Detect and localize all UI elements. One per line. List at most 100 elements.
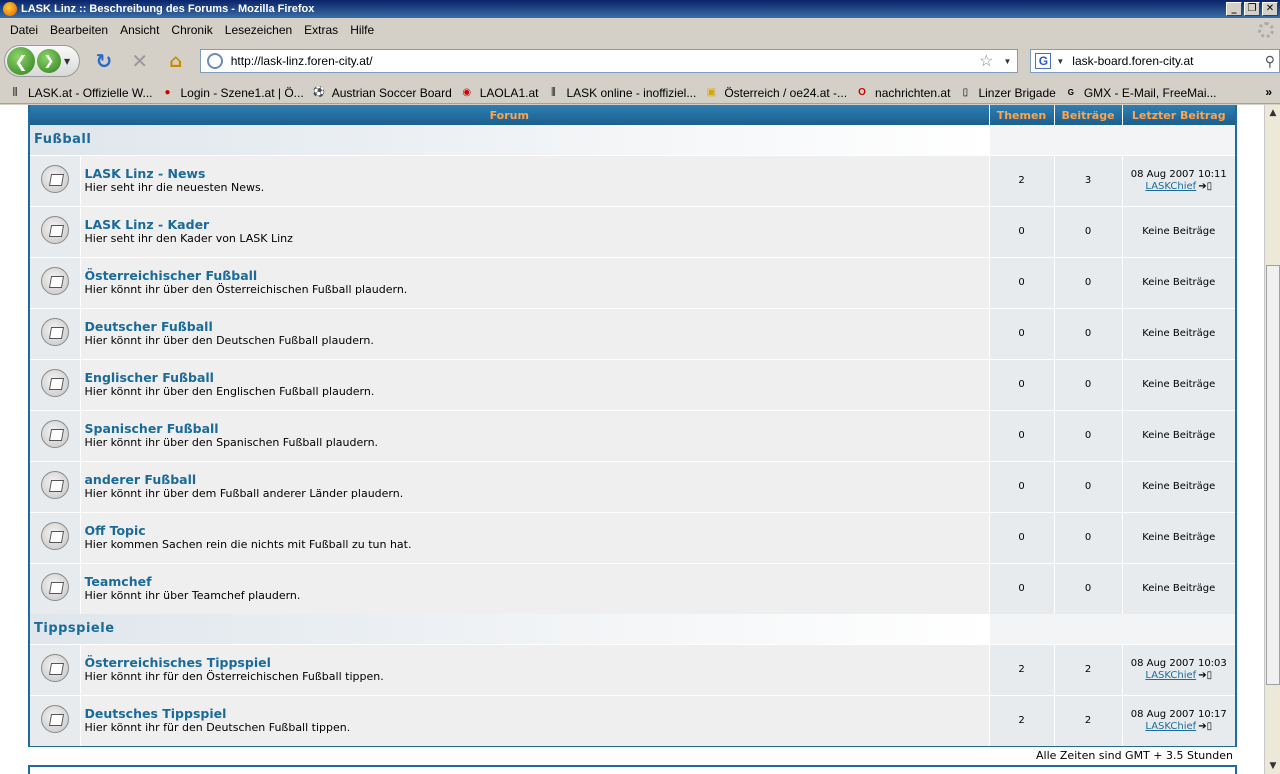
- forum-title-link[interactable]: Österreichisches Tippspiel: [85, 656, 989, 670]
- forum-book-icon: [40, 267, 69, 295]
- search-engine-dropdown-icon[interactable]: ▼: [1056, 57, 1064, 66]
- bookmark-item[interactable]: ⚽ Austrian Soccer Board: [312, 85, 452, 100]
- forum-title-link[interactable]: Englischer Fußball: [85, 371, 989, 385]
- folder-icon: ▣: [706, 86, 717, 98]
- forward-button[interactable]: ❯: [37, 49, 61, 73]
- topic-count: 2: [989, 154, 1055, 206]
- url-bar[interactable]: http://lask-linz.foren-city.at/ ☆ ▼: [199, 49, 1019, 73]
- site-identity-icon[interactable]: [206, 53, 223, 69]
- forum-title-link[interactable]: LASK Linz - Kader: [85, 218, 989, 232]
- search-icon[interactable]: ⚲: [1265, 53, 1275, 70]
- topic-count: 0: [989, 205, 1055, 257]
- forum-book-icon: [40, 216, 69, 244]
- search-bar[interactable]: G ▼ lask-board.foren-city.at ⚲: [1030, 49, 1280, 73]
- back-button[interactable]: ❮: [7, 47, 35, 75]
- forum-book-icon: [40, 420, 69, 448]
- bookmark-label: Linzer Brigade: [978, 85, 1056, 100]
- forum-title-link[interactable]: Off Topic: [85, 524, 989, 538]
- post-count: 0: [1054, 205, 1123, 257]
- goto-last-post-icon[interactable]: ➔▯: [1198, 670, 1212, 681]
- bookmark-item[interactable]: G GMX - E-Mail, FreeMai...: [1064, 86, 1217, 100]
- bookmark-item[interactable]: ⫼ LASK online - inoffiziel...: [546, 86, 696, 100]
- menu-datei[interactable]: Datei: [4, 23, 44, 37]
- forum-row: Off Topic Hier kommen Sachen rein die nic…: [30, 511, 1235, 563]
- google-engine-icon[interactable]: G: [1035, 53, 1052, 69]
- category-title[interactable]: Fußball: [30, 125, 990, 155]
- bookmark-label: Österreich / oe24.at -...: [724, 85, 848, 100]
- last-post-date: 08 Aug 2007 10:03: [1130, 657, 1227, 669]
- last-post-user-link[interactable]: LASKChief: [1145, 181, 1196, 192]
- post-count: 0: [1054, 256, 1123, 308]
- close-button[interactable]: ✕: [1262, 2, 1278, 16]
- bookmark-star-icon[interactable]: ☆: [979, 51, 993, 71]
- forum-book-icon: [40, 654, 69, 682]
- category-title[interactable]: Tippspiele: [30, 614, 990, 644]
- home-button[interactable]: ⌂: [164, 49, 188, 73]
- forum-title-link[interactable]: Teamchef: [85, 575, 989, 589]
- bookmark-item[interactable]: ● Login - Szene1.at | Ö...: [161, 86, 303, 100]
- goto-last-post-icon[interactable]: ➔▯: [1198, 721, 1212, 732]
- last-post-cell: Keine Beiträge: [1122, 460, 1235, 512]
- no-posts-text: Keine Beiträge: [1142, 327, 1216, 339]
- forum-title-link[interactable]: Spanischer Fußball: [85, 422, 989, 436]
- forum-title-link[interactable]: Österreichischer Fußball: [85, 269, 989, 283]
- last-post-cell: Keine Beiträge: [1122, 562, 1235, 614]
- bookmark-label: Austrian Soccer Board: [331, 85, 452, 100]
- forum-description: Hier könnt ihr für den Deutschen Fußball…: [84, 721, 351, 735]
- bookmark-label: LAOLA1.at: [479, 85, 539, 100]
- menu-ansicht[interactable]: Ansicht: [114, 23, 165, 37]
- forum-description: Hier könnt ihr über den Englischen Fußba…: [84, 385, 375, 398]
- bookmarks-overflow-icon[interactable]: »: [1265, 85, 1272, 99]
- bookmark-item[interactable]: ◉ LAOLA1.at: [460, 85, 539, 100]
- forum-title-link[interactable]: anderer Fußball: [85, 473, 989, 487]
- last-post-user-link[interactable]: LASKChief: [1145, 670, 1196, 681]
- bookmark-label: LASK online - inoffiziel...: [566, 85, 697, 100]
- szene1-icon: ●: [164, 86, 171, 98]
- forum-index-table: Forum Themen Beiträge Letzter Beitrag Fu…: [28, 105, 1237, 747]
- forum-description: Hier könnt ihr über Teamchef plaudern.: [84, 589, 301, 603]
- restore-button[interactable]: ❐: [1244, 2, 1260, 16]
- forum-row: anderer Fußball Hier könnt ihr über dem F…: [30, 460, 1235, 512]
- scroll-up-icon[interactable]: ▲: [1266, 106, 1280, 120]
- forum-title-link[interactable]: LASK Linz - News: [85, 167, 989, 181]
- bookmark-item[interactable]: ▯ Linzer Brigade: [958, 85, 1056, 100]
- history-dropdown-icon[interactable]: ▼: [64, 57, 70, 66]
- vertical-scrollbar[interactable]: ▲ ▼: [1264, 105, 1280, 774]
- scroll-down-icon[interactable]: ▼: [1266, 759, 1280, 773]
- forum-description: Hier könnt ihr über den Spanischen Fußba…: [84, 436, 379, 449]
- oon-icon: O: [858, 86, 866, 98]
- forum-title-link[interactable]: Deutscher Fußball: [85, 320, 989, 334]
- last-post-date: 08 Aug 2007 10:17: [1130, 708, 1227, 720]
- minimize-button[interactable]: _: [1226, 2, 1242, 16]
- header-letzter-beitrag: Letzter Beitrag: [1122, 105, 1235, 125]
- bookmark-item[interactable]: ⫼ LASK.at - Offizielle W...: [8, 86, 153, 100]
- bookmark-item[interactable]: Onachrichten.at: [855, 86, 950, 100]
- forum-title-link[interactable]: Deutsches Tippspiel: [85, 707, 989, 721]
- scrollbar-thumb[interactable]: [1266, 265, 1280, 685]
- forum-row: Teamchef Hier könnt ihr über Teamchef pla…: [30, 562, 1235, 614]
- page-content: Forum Themen Beiträge Letzter Beitrag Fu…: [0, 105, 1264, 774]
- last-post-cell: Keine Beiträge: [1122, 511, 1235, 563]
- soccer-ball-icon: ⚽: [312, 86, 325, 98]
- goto-last-post-icon[interactable]: ➔▯: [1198, 181, 1212, 192]
- last-post-date: 08 Aug 2007 10:11: [1130, 168, 1227, 180]
- menu-bearbeiten[interactable]: Bearbeiten: [44, 23, 114, 37]
- forum-book-icon: [40, 573, 69, 602]
- forum-row: Österreichischer Fußball Hier könnt ihr ü…: [30, 256, 1235, 308]
- menu-lesezeichen[interactable]: Lesezeichen: [219, 23, 298, 37]
- url-text[interactable]: http://lask-linz.foren-city.at/: [231, 54, 979, 68]
- menu-extras[interactable]: Extras: [298, 23, 344, 37]
- laola-icon: ◉: [462, 86, 472, 98]
- last-post-cell: 08 Aug 2007 10:03 LASKChief ➔▯: [1122, 643, 1235, 695]
- post-count: 0: [1054, 511, 1123, 563]
- stop-button[interactable]: ✕: [128, 49, 152, 73]
- menu-hilfe[interactable]: Hilfe: [344, 23, 380, 37]
- timezone-note: Alle Zeiten sind GMT + 3.5 Stunden: [1036, 749, 1233, 762]
- search-input[interactable]: lask-board.foren-city.at: [1072, 54, 1264, 68]
- reload-button[interactable]: ↻: [92, 49, 116, 73]
- bookmark-item[interactable]: ▣ Österreich / oe24.at -...: [704, 86, 847, 100]
- last-post-cell: Keine Beiträge: [1122, 205, 1235, 257]
- url-dropdown-icon[interactable]: ▼: [1003, 57, 1011, 66]
- last-post-user-link[interactable]: LASKChief: [1145, 721, 1196, 732]
- menu-chronik[interactable]: Chronik: [165, 23, 218, 37]
